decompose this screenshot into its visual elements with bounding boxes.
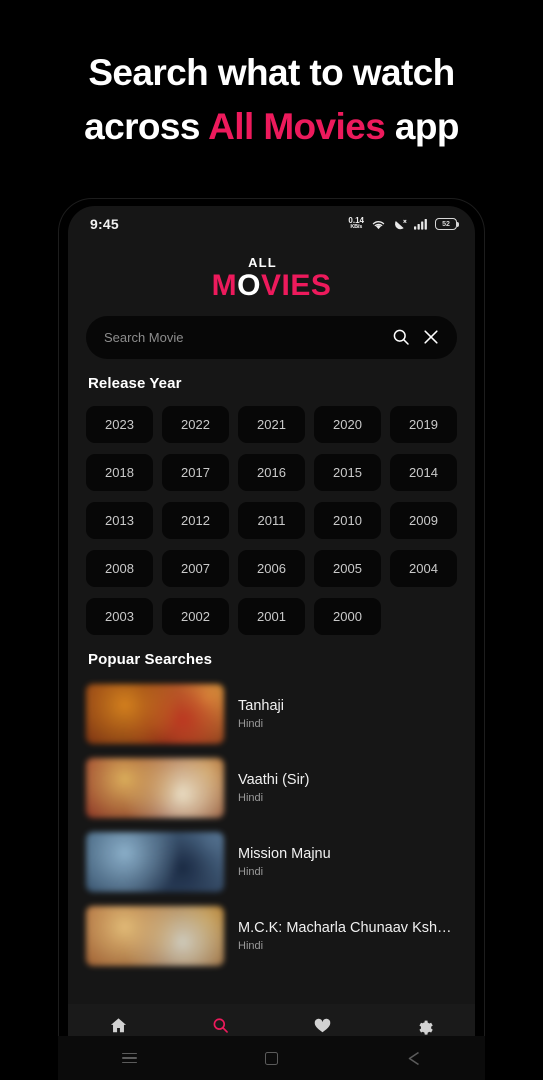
headline-line-2: across All Movies app: [0, 100, 543, 154]
movie-thumbnail: [86, 905, 224, 966]
year-chip[interactable]: 2002: [162, 597, 229, 635]
year-chip[interactable]: 2004: [390, 549, 457, 587]
release-year-grid: 2023 2022 2021 2020 2019 2018 2017 2016 2015 2014…: [68, 392, 475, 635]
search-bar[interactable]: [86, 315, 457, 359]
search-icon[interactable]: [211, 1016, 230, 1035]
year-chip[interactable]: 2012: [162, 501, 229, 539]
year-chip[interactable]: 2016: [238, 453, 305, 491]
year-chip[interactable]: 2015: [314, 453, 381, 491]
phone-frame: 9:45 0.14 KB/s 52 ALL MOVIES Search Movi…: [58, 198, 485, 1070]
year-chip[interactable]: 2013: [86, 501, 153, 539]
movie-title: Tanhaji: [238, 697, 284, 714]
recents-icon[interactable]: [116, 1045, 142, 1071]
year-chip[interactable]: 2005: [314, 549, 381, 587]
movie-language: Hindi: [238, 791, 264, 804]
movie-meta: Tanhaji Hindi: [238, 698, 457, 730]
gear-icon[interactable]: [415, 1016, 434, 1035]
close-icon[interactable]: [421, 327, 441, 347]
year-chip[interactable]: 2021: [238, 405, 305, 443]
search-input[interactable]: [104, 329, 381, 345]
logo-vies: VIES: [260, 269, 332, 302]
logo-m: M: [211, 269, 238, 302]
year-chip[interactable]: 2019: [390, 405, 457, 443]
phone-screen: 9:45 0.14 KB/s 52 ALL MOVIES Search Movi…: [68, 206, 475, 1064]
year-chip[interactable]: 2010: [314, 501, 381, 539]
headline-accent: All Movies: [208, 105, 386, 147]
year-chip[interactable]: 2011: [238, 501, 305, 539]
year-chip[interactable]: 2022: [162, 405, 229, 443]
status-bar: 9:45 0.14 KB/s 52: [68, 206, 475, 242]
network-speed-indicator: 0.14 KB/s: [348, 217, 364, 231]
app-logo: ALL MOVIES: [68, 242, 475, 302]
movie-language: Hindi: [238, 939, 264, 952]
movie-title: Vaathi (Sir): [238, 771, 310, 788]
home-icon[interactable]: [109, 1016, 128, 1035]
movie-meta: Mission Majnu Hindi: [238, 846, 457, 878]
android-system-bar: [58, 1036, 485, 1080]
logo-all-text: ALL: [248, 255, 277, 270]
list-item[interactable]: Vaathi (Sir) Hindi: [86, 751, 457, 825]
movie-thumbnail: [86, 831, 224, 892]
year-chip[interactable]: 2018: [86, 453, 153, 491]
popular-searches-list: Tanhaji Hindi Vaathi (Sir) Hindi Mission Maj…: [68, 668, 475, 1005]
movie-thumbnail: [86, 757, 224, 818]
year-chip[interactable]: 2023: [86, 405, 153, 443]
search-icon[interactable]: [391, 327, 411, 347]
list-item[interactable]: M.C.K: Macharla Chunaav Ksh… Hindi: [86, 899, 457, 973]
logo-movies-text: MOVIES: [68, 270, 475, 302]
list-item[interactable]: Mission Majnu Hindi: [86, 825, 457, 899]
list-item[interactable]: Tanhaji Hindi: [86, 677, 457, 751]
popular-searches-title: Popuar Searches: [88, 650, 213, 668]
status-time: 9:45: [90, 216, 119, 232]
heart-icon[interactable]: [313, 1016, 332, 1035]
headline-pre: across: [84, 105, 209, 147]
year-chip[interactable]: 2003: [86, 597, 153, 635]
back-triangle-icon[interactable]: [401, 1045, 427, 1071]
battery-indicator: 52: [435, 218, 460, 230]
year-chip[interactable]: 2020: [314, 405, 381, 443]
year-chip[interactable]: 2007: [162, 549, 229, 587]
headline-line-1: Search what to watch: [88, 52, 455, 93]
network-speed-unit: KB/s: [350, 224, 363, 231]
vibrate-icon: [395, 219, 407, 229]
year-chip[interactable]: 2009: [390, 501, 457, 539]
movie-meta: Vaathi (Sir) Hindi: [238, 772, 457, 804]
year-chip[interactable]: 2000: [314, 597, 381, 635]
logo-o: O: [237, 269, 261, 302]
year-chip[interactable]: 2001: [238, 597, 305, 635]
home-square-icon[interactable]: [258, 1045, 284, 1071]
wifi-icon: [372, 220, 385, 229]
year-chip[interactable]: 2008: [86, 549, 153, 587]
headline-post: app: [385, 105, 460, 147]
year-chip[interactable]: 2006: [238, 549, 305, 587]
year-chip[interactable]: 2017: [162, 453, 229, 491]
year-chip[interactable]: 2014: [390, 453, 457, 491]
movie-language: Hindi: [238, 865, 264, 878]
screenshot-root: Search what to watch across All Movies a…: [0, 0, 543, 1080]
release-year-title: Release Year: [88, 374, 182, 392]
signal-bars-icon: [414, 218, 427, 230]
battery-level: 52: [442, 220, 450, 228]
movie-title: M.C.K: Macharla Chunaav Ksh…: [238, 919, 452, 936]
movie-language: Hindi: [238, 717, 264, 730]
movie-meta: M.C.K: Macharla Chunaav Ksh… Hindi: [238, 920, 457, 952]
movie-title: Mission Majnu: [238, 845, 331, 862]
movie-thumbnail: [86, 683, 224, 744]
page-title: Search what to watch across All Movies a…: [0, 46, 543, 153]
status-icons: 0.14 KB/s 52: [348, 217, 460, 231]
